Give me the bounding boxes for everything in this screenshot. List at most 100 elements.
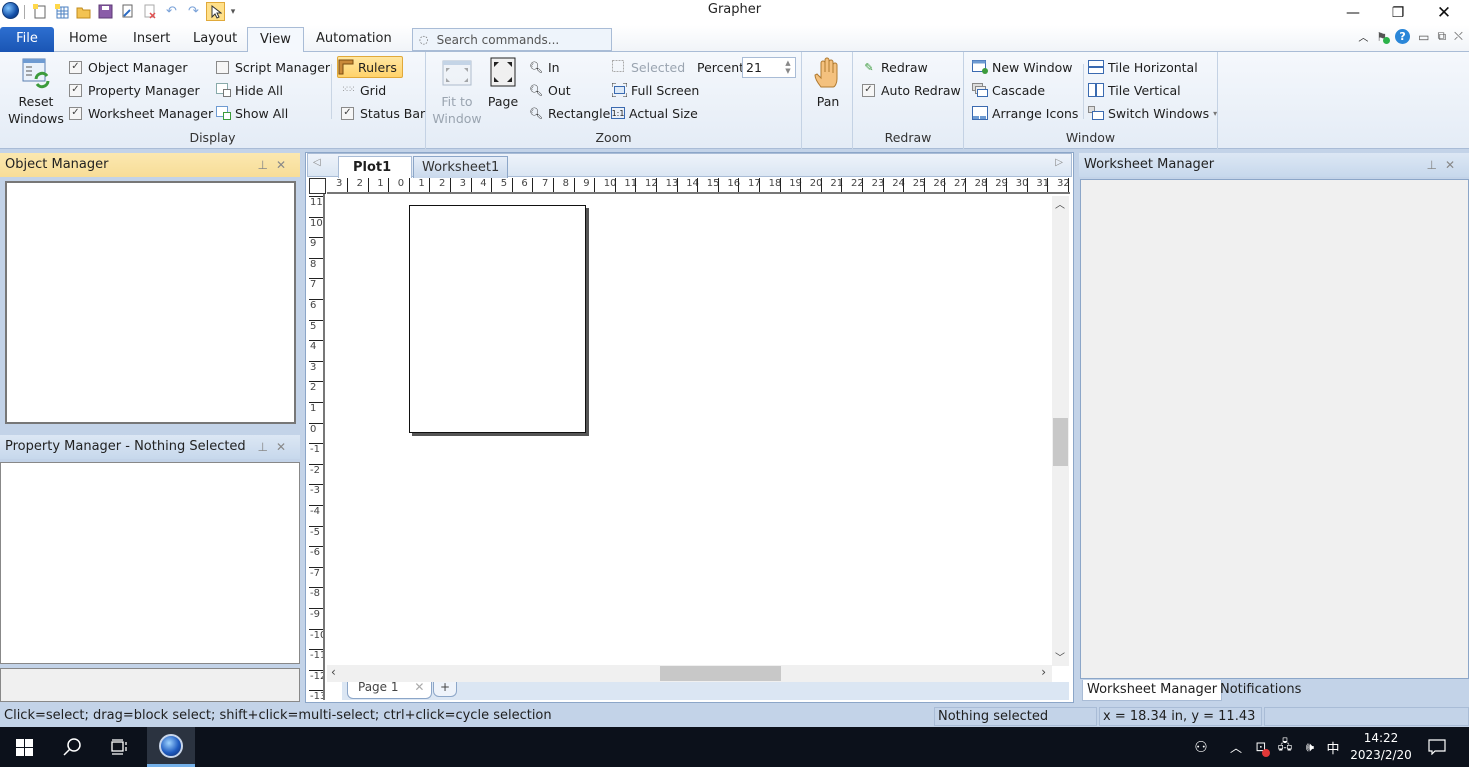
zoom-rectangle-icon: 🔍︎	[529, 106, 543, 120]
object-manager-checkbox[interactable]: ✓ Object Manager	[69, 57, 187, 77]
mdi-restore-icon[interactable]: ⧉	[1437, 29, 1446, 44]
vertical-scrollbar[interactable]: ︿ ﹀	[1052, 196, 1069, 666]
search-input[interactable]	[436, 32, 607, 47]
scroll-left-icon[interactable]: ‹	[331, 665, 336, 679]
show-hidden-icons[interactable]: ︿	[1226, 727, 1246, 767]
property-manager-checkbox[interactable]: ✓ Property Manager	[69, 80, 200, 100]
grid-toggle[interactable]: ⁙⁙ Grid	[340, 80, 386, 100]
plot-page[interactable]	[409, 205, 586, 433]
spinner-arrows-icon[interactable]: ▲ ▼	[782, 59, 794, 76]
search-commands[interactable]: ◌	[412, 28, 612, 51]
zoom-selected-button[interactable]: Selected	[611, 57, 685, 77]
close-page-icon[interactable]: ✕	[414, 680, 424, 694]
tab-home[interactable]: Home	[57, 27, 119, 52]
mdi-close-icon[interactable]: ⛌	[1454, 29, 1463, 44]
collapse-ribbon-icon[interactable]: ︿	[1358, 29, 1368, 44]
tab-automation[interactable]: Automation	[304, 27, 404, 52]
tab-worksheet-manager[interactable]: Worksheet Manager	[1082, 680, 1223, 701]
status-bar-checkbox[interactable]: ✓ Status Bar	[341, 103, 425, 123]
object-manager-tree[interactable]	[5, 181, 296, 424]
tab-layout[interactable]: Layout	[181, 27, 249, 52]
start-button[interactable]	[0, 727, 48, 767]
restore-icon[interactable]: ❐	[1375, 0, 1421, 25]
tab-scroll-left-icon[interactable]: ◁	[313, 157, 321, 168]
input-method-indicator[interactable]: 中	[1322, 727, 1344, 767]
taskbar-grapher-app[interactable]	[147, 727, 195, 767]
new-window-button[interactable]: New Window	[972, 57, 1073, 77]
vertical-scroll-thumb[interactable]	[1053, 418, 1068, 466]
tile-horizontal-button[interactable]: Tile Horizontal	[1088, 57, 1198, 77]
scroll-right-icon[interactable]: ›	[1041, 665, 1046, 679]
group-label-redraw: Redraw	[884, 130, 932, 145]
zoom-rectangle-button[interactable]: 🔍︎ Rectangle	[528, 103, 610, 123]
switch-windows-dropdown[interactable]: Switch Windows ▾	[1088, 103, 1217, 123]
tab-worksheet1[interactable]: Worksheet1	[413, 156, 509, 178]
pan-button[interactable]: Pan	[811, 57, 845, 110]
tab-scroll-right-icon[interactable]: ▷	[1055, 157, 1063, 168]
actual-size-button[interactable]: 1:1 Actual Size	[611, 103, 698, 123]
worksheet-manager-content[interactable]	[1080, 179, 1469, 679]
action-center-icon[interactable]	[1420, 727, 1454, 767]
search-icon[interactable]	[48, 727, 96, 767]
pin-icon[interactable]: ⊥	[257, 158, 275, 172]
ruler-h-tick	[450, 178, 452, 192]
fit-to-window-button[interactable]: Fit to Window	[430, 57, 484, 127]
close-panel-icon[interactable]: ✕	[1445, 158, 1463, 172]
reset-windows-button[interactable]: Reset Windows	[8, 57, 64, 127]
tab-insert[interactable]: Insert	[121, 27, 182, 52]
tile-vertical-icon	[1088, 82, 1104, 98]
horizontal-scrollbar[interactable]: ‹ ›	[327, 665, 1052, 682]
mdi-minimize-icon[interactable]: ▭	[1418, 30, 1429, 44]
zoom-in-button[interactable]: 🔍︎ In	[528, 57, 560, 77]
tile-vertical-button[interactable]: Tile Vertical	[1088, 80, 1181, 100]
script-manager-checkbox[interactable]: Script Manager	[216, 57, 330, 77]
tab-plot1[interactable]: Plot1 ✕	[338, 156, 412, 195]
rulers-toggle[interactable]: Rulers	[337, 56, 403, 78]
redraw-button[interactable]: ✎ Redraw	[861, 57, 927, 77]
tab-file[interactable]: File	[0, 27, 54, 52]
close-panel-icon[interactable]: ✕	[276, 440, 294, 454]
add-page-button[interactable]: +	[433, 681, 457, 697]
help-icon[interactable]: ?	[1395, 29, 1411, 44]
minimize-icon[interactable]: —	[1330, 0, 1376, 25]
pin-icon[interactable]: ⊥	[257, 440, 275, 454]
close-panel-icon[interactable]: ✕	[276, 158, 294, 172]
worksheet-manager-checkbox[interactable]: ✓ Worksheet Manager	[69, 103, 213, 123]
ruler-h-tick	[429, 178, 431, 192]
zoom-percent-value[interactable]: 21	[746, 60, 762, 75]
tab-view[interactable]: View	[247, 27, 304, 53]
zoom-percent-spinner[interactable]: 21 ▲ ▼	[742, 57, 796, 78]
status-selection: Nothing selected	[934, 707, 1097, 726]
pin-icon[interactable]: ⊥	[1426, 158, 1444, 172]
horizontal-scroll-thumb[interactable]	[660, 666, 781, 681]
rulers-label: Rulers	[358, 59, 397, 75]
hide-all-button[interactable]: Hide All	[215, 80, 283, 100]
volume-icon[interactable]: 🕪︎	[1298, 727, 1322, 767]
page-zoom-button[interactable]: Page	[488, 57, 518, 110]
auto-redraw-checkbox[interactable]: ✓ Auto Redraw	[862, 80, 961, 100]
tab-plot1-label: Plot1	[353, 160, 392, 175]
network-icon[interactable]: 🖧︎	[1274, 727, 1296, 767]
tab-notifications[interactable]: Notifications	[1220, 680, 1301, 701]
clock[interactable]: 14:22 2023/2/20	[1346, 727, 1416, 767]
arrange-icons-button[interactable]: Arrange Icons	[972, 103, 1078, 123]
property-manager-grid[interactable]	[0, 462, 300, 664]
people-icon[interactable]: ⚇	[1188, 727, 1214, 767]
page-tab-1[interactable]: Page 1 ✕	[347, 680, 432, 699]
scroll-down-icon[interactable]: ﹀	[1055, 649, 1065, 664]
scroll-up-icon[interactable]: ︿	[1055, 196, 1065, 211]
tray-app-alert-icon[interactable]: ⊡	[1250, 727, 1272, 767]
close-icon[interactable]: ✕	[1421, 0, 1467, 25]
full-screen-button[interactable]: Full Screen	[611, 80, 699, 100]
ruler-h-tick	[367, 178, 370, 192]
cascade-button[interactable]: Cascade	[972, 80, 1045, 100]
zoom-out-button[interactable]: 🔍︎ Out	[528, 80, 571, 100]
plot-canvas[interactable]	[327, 196, 1054, 666]
show-all-button[interactable]: Show All	[215, 103, 288, 123]
group-redraw: ✎ Redraw ✓ Auto Redraw Redraw	[853, 52, 964, 149]
page-tab-label: Page 1	[358, 680, 399, 694]
ruler-h-tick	[1026, 178, 1029, 192]
notification-flag-icon[interactable]: ⚑	[1376, 30, 1391, 44]
checkbox-checked-icon: ✓	[341, 106, 354, 120]
task-view-icon[interactable]	[96, 727, 144, 767]
